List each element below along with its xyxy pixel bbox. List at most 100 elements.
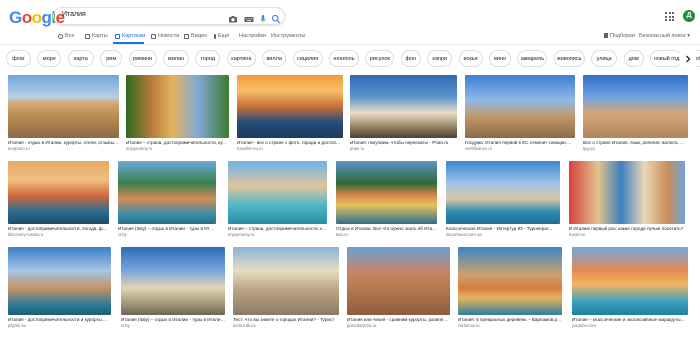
chip[interactable]: флаг [6, 50, 31, 67]
chip[interactable]: рим [100, 50, 123, 67]
result-thumbnail[interactable] [458, 247, 562, 315]
result-thumbnail[interactable] [446, 161, 560, 224]
chip[interactable]: улица [591, 50, 618, 67]
chip[interactable]: рисунок [365, 50, 395, 67]
tools-link[interactable]: Инструменты [271, 33, 305, 39]
chip[interactable]: море [37, 50, 62, 67]
chip[interactable]: карта [67, 50, 94, 67]
tab-video[interactable]: Видео [184, 33, 207, 39]
result-caption[interactable]: Тест: что вы знаете о городах Италии? - … [233, 317, 339, 322]
image-result[interactable]: Отдых в Италии. Все что нужно знать об И… [336, 161, 437, 237]
chip[interactable]: дом [623, 50, 644, 67]
settings-link[interactable]: Настройки [239, 33, 266, 39]
result-source: gorodturizma.ru [347, 323, 377, 328]
result-caption[interactable]: В Италию первый раз: какие города лучше … [569, 226, 685, 231]
camera-icon[interactable] [228, 11, 238, 23]
image-result[interactable]: Италия (Italy) – отдых в Италии - туры в… [121, 247, 225, 328]
tab-images[interactable]: Картинки [115, 33, 145, 39]
image-result[interactable]: Классическая Италия - Интертур 93 - Туро… [446, 161, 560, 237]
image-result[interactable]: Италия: 5 прекрасных деревень – Варламов… [458, 247, 562, 328]
result-caption[interactable]: Италия – классические и эксклюзивные мар… [572, 317, 688, 322]
collections-link[interactable]: Подборки [604, 33, 635, 39]
tab-maps[interactable]: Карты [85, 33, 108, 39]
image-result[interactable]: Италия или чехия - сравним курорты, разв… [347, 247, 450, 328]
chip[interactable]: акварель [517, 50, 548, 67]
result-thumbnail[interactable] [121, 247, 225, 315]
chevron-right-icon [686, 55, 691, 62]
chip[interactable]: картина [226, 50, 256, 67]
image-result[interactable]: Госдума: Италия первой в ЕС отменит санк… [465, 75, 575, 151]
chip[interactable]: вилла [262, 50, 287, 67]
chip[interactable]: фон [400, 50, 421, 67]
microphone-icon[interactable] [258, 11, 268, 23]
result-caption[interactable]: Отдых в Италии. Все что нужно знать об И… [336, 226, 437, 231]
avatar[interactable]: Д [683, 10, 695, 22]
chip[interactable]: римини [128, 50, 157, 67]
result-source: enjoyroomy.ru [126, 146, 153, 151]
chips-next-button[interactable] [680, 50, 696, 67]
result-caption[interactable]: Италия - достопримечательности и курорты… [8, 317, 111, 322]
safe-search-link[interactable]: Безопасный поиск ▾ [639, 33, 690, 39]
image-result[interactable]: Италия - отдых в Италии, курорты, отели,… [8, 75, 119, 151]
chip[interactable]: вино [489, 50, 511, 67]
image-result[interactable]: Тест: что вы знаете о городах Италии? - … [233, 247, 339, 328]
chip[interactable]: сицилия [292, 50, 323, 67]
result-caption[interactable]: Италия - отдых в Италии, курорты, отели,… [8, 140, 119, 145]
result-caption[interactable]: Италия (Italy) – отдых в Италии - туры в… [121, 317, 225, 322]
search-tabs: Все Карты Картинки Новости Видео Ещё Нас… [0, 30, 700, 44]
image-result[interactable]: Италия: покупаем, чтобы переехать! - Pri… [350, 75, 457, 151]
result-thumbnail[interactable] [237, 75, 343, 138]
result-thumbnail[interactable] [126, 75, 229, 138]
chip[interactable]: искья [458, 50, 483, 67]
image-result[interactable]: Италия (Italy) – отдых в Италии - туры в… [118, 161, 216, 237]
chip[interactable]: неаполь [329, 50, 359, 67]
image-result[interactable]: Италия – страна, достопримечательности, … [228, 161, 327, 237]
result-caption[interactable]: Италия - достопримечательности, погода, … [8, 226, 109, 231]
result-thumbnail[interactable] [8, 247, 111, 315]
result-caption[interactable]: Италия: 5 прекрасных деревень – Варламов… [458, 317, 562, 322]
result-caption[interactable]: Все о стране Италия, язык, религия, валю… [583, 140, 688, 145]
result-caption[interactable]: Италия: покупаем, чтобы переехать! - Pri… [350, 140, 457, 145]
apps-grid-icon[interactable] [665, 12, 674, 21]
image-result[interactable]: Италия - все о стране с фото, города и д… [237, 75, 343, 151]
result-caption[interactable]: Италия – страна, достопримечательности, … [228, 226, 327, 231]
chip[interactable]: живопись [553, 50, 585, 67]
result-caption[interactable]: Италия (Italy) – отдых в Италии - туры в… [118, 226, 216, 231]
result-thumbnail[interactable] [233, 247, 339, 315]
image-result[interactable]: Все о стране Италия, язык, религия, валю… [583, 75, 688, 151]
chip[interactable]: город [195, 50, 221, 67]
result-caption[interactable]: Госдума: Италия первой в ЕС отменит санк… [465, 140, 575, 145]
image-result[interactable]: Италия – страна, достопримечательности, … [126, 75, 229, 151]
header-divider [0, 44, 700, 45]
image-result[interactable]: Италия - достопримечательности, погода, … [8, 161, 109, 237]
result-thumbnail[interactable] [572, 247, 688, 315]
result-thumbnail[interactable] [8, 75, 119, 138]
chip[interactable]: милан [163, 50, 189, 67]
image-result[interactable]: Италия - достопримечательности и курорты… [8, 247, 111, 328]
result-thumbnail[interactable] [350, 75, 457, 138]
result-caption[interactable]: Италия или чехия - сравним курорты, разв… [347, 317, 450, 322]
image-result[interactable]: Италия – классические и эксклюзивные мар… [572, 247, 688, 328]
result-thumbnail[interactable] [336, 161, 437, 224]
result-thumbnail[interactable] [8, 161, 109, 224]
tab-news[interactable]: Новости [151, 33, 179, 39]
result-thumbnail[interactable] [569, 161, 685, 224]
search-input[interactable] [62, 11, 212, 18]
keyboard-icon[interactable] [244, 11, 254, 22]
tab-all[interactable]: Все [58, 33, 74, 39]
result-thumbnail[interactable] [347, 247, 450, 315]
search-box[interactable] [53, 7, 285, 25]
image-result[interactable]: В Италию первый раз: какие города лучше … [569, 161, 685, 237]
chip[interactable]: новый год [650, 50, 683, 67]
result-thumbnail[interactable] [118, 161, 216, 224]
result-thumbnail[interactable] [465, 75, 575, 138]
search-icon[interactable] [271, 11, 281, 24]
chip[interactable]: капри [427, 50, 453, 67]
tab-more[interactable]: Ещё [214, 33, 229, 39]
result-thumbnail[interactable] [228, 161, 327, 224]
result-caption[interactable]: Италия – страна, достопримечательности, … [126, 140, 229, 145]
result-source: varlamov.ru [458, 323, 480, 328]
result-caption[interactable]: Классическая Италия - Интертур 93 - Туро… [446, 226, 560, 231]
result-thumbnail[interactable] [583, 75, 688, 138]
result-caption[interactable]: Италия - все о стране с фото, города и д… [237, 140, 343, 145]
